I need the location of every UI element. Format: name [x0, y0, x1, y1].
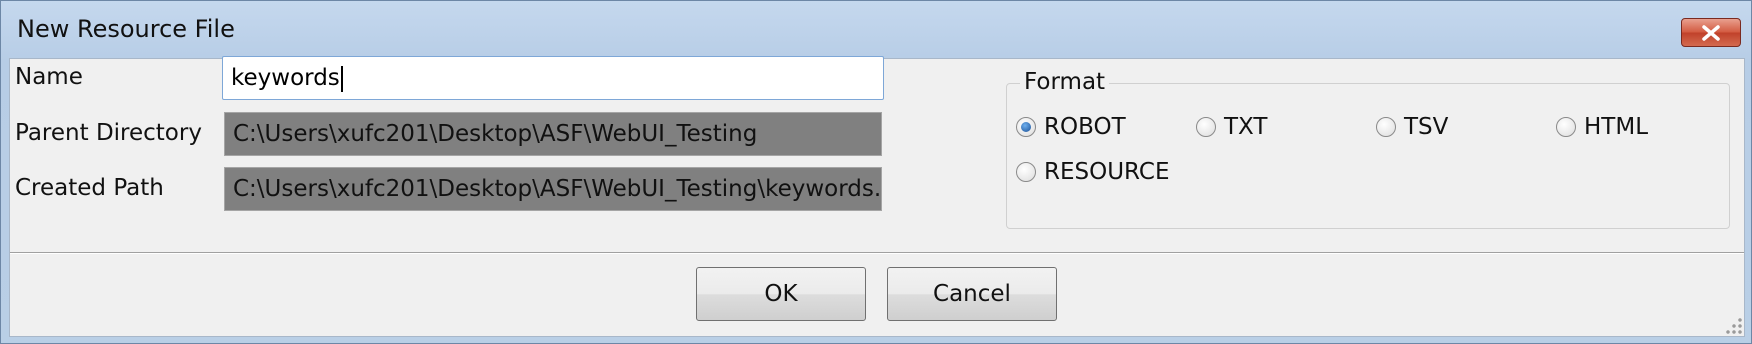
name-label: Name: [15, 64, 83, 90]
format-group: [1006, 83, 1730, 229]
radio-html[interactable]: HTML: [1556, 114, 1648, 140]
radio-icon[interactable]: [1196, 117, 1216, 137]
dialog-window: New Resource File Name keywords Parent D…: [0, 0, 1752, 344]
parent-directory-label: Parent Directory: [15, 120, 202, 146]
radio-robot-label: ROBOT: [1044, 114, 1126, 140]
name-input-value: keywords: [231, 65, 340, 91]
radio-tsv[interactable]: TSV: [1376, 114, 1448, 140]
title-bar[interactable]: New Resource File: [1, 1, 1751, 59]
radio-icon[interactable]: [1376, 117, 1396, 137]
dialog-content: Name keywords Parent Directory C:\Users\…: [9, 56, 1745, 337]
cancel-button[interactable]: Cancel: [887, 267, 1057, 321]
radio-resource[interactable]: RESOURCE: [1016, 159, 1169, 185]
text-caret: [340, 65, 343, 92]
created-path-label: Created Path: [15, 175, 164, 201]
ok-button[interactable]: OK: [696, 267, 866, 321]
window-title: New Resource File: [17, 15, 235, 43]
separator: [10, 252, 1744, 254]
close-icon: [1702, 25, 1720, 41]
radio-icon[interactable]: [1016, 162, 1036, 182]
radio-html-label: HTML: [1584, 114, 1649, 140]
radio-txt-label: TXT: [1224, 114, 1268, 140]
radio-robot[interactable]: ROBOT: [1016, 114, 1126, 140]
radio-selected-icon[interactable]: [1016, 117, 1036, 137]
radio-txt[interactable]: TXT: [1196, 114, 1267, 140]
radio-icon[interactable]: [1556, 117, 1576, 137]
format-legend: Format: [1020, 69, 1110, 95]
resize-grip-icon[interactable]: [1726, 318, 1742, 334]
created-path-field: C:\Users\xufc201\Desktop\ASF\WebUI_Testi…: [224, 167, 882, 211]
radio-resource-label: RESOURCE: [1044, 159, 1170, 185]
name-input[interactable]: keywords: [222, 56, 884, 100]
radio-tsv-label: TSV: [1404, 114, 1449, 140]
parent-directory-field: C:\Users\xufc201\Desktop\ASF\WebUI_Testi…: [224, 112, 882, 156]
close-button[interactable]: [1681, 18, 1741, 47]
